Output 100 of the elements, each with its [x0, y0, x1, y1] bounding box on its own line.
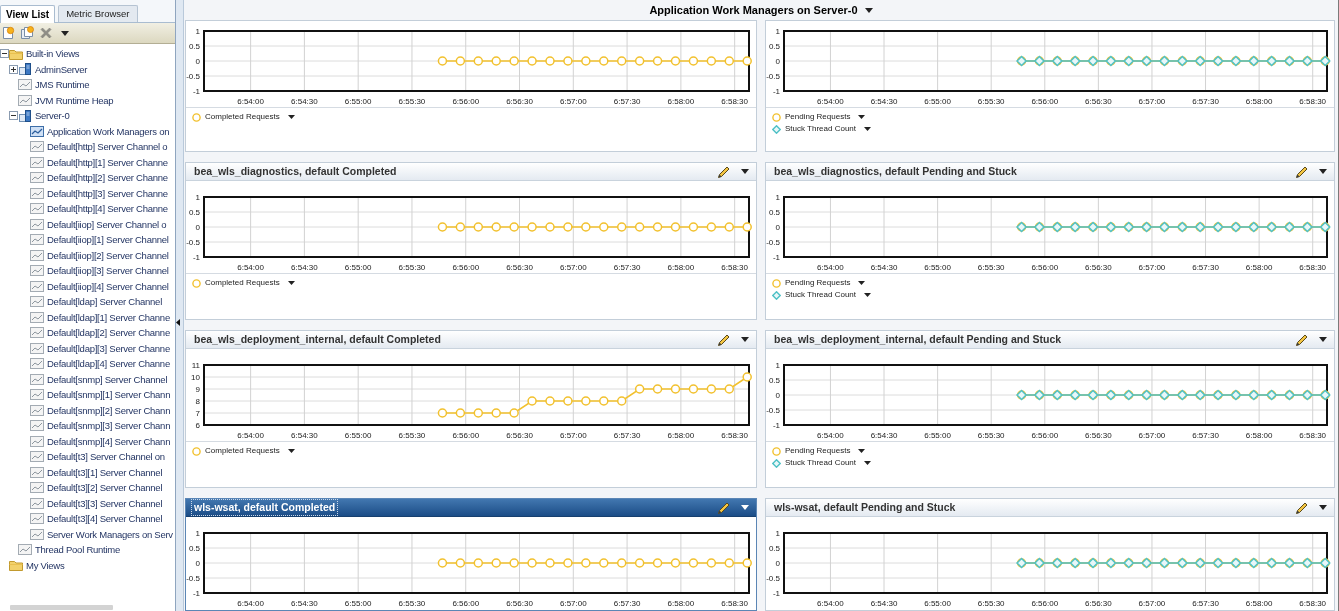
legend-label: Completed Requests — [205, 447, 280, 455]
x-tick-label: 6:56:00 — [1031, 431, 1059, 440]
x-tick-label: 6:58:30 — [721, 599, 748, 608]
y-tick-label: -1 — [772, 87, 780, 96]
view-title: Application Work Managers on Server-0 — [649, 4, 858, 16]
x-tick-label: 6:54:30 — [870, 97, 898, 106]
y-tick-label: 1 — [775, 193, 780, 202]
legend-label: Stuck Thread Count — [785, 291, 856, 299]
x-tick-label: 6:58:30 — [1299, 431, 1327, 440]
x-tick-label: 6:54:30 — [870, 263, 898, 272]
x-tick-label: 6:55:00 — [344, 431, 372, 440]
y-tick-label: 8 — [195, 397, 200, 406]
x-tick-label: 6:56:30 — [506, 263, 533, 272]
x-tick-label: 6:58:00 — [667, 97, 695, 106]
x-tick-label: 6:54:00 — [237, 263, 264, 272]
y-tick-label: -1 — [772, 589, 780, 598]
y-tick-label: 0 — [775, 223, 780, 232]
x-tick-label: 6:54:30 — [291, 599, 318, 608]
x-tick-label: 6:54:00 — [817, 263, 844, 272]
x-tick-label: 6:57:00 — [559, 263, 587, 272]
x-tick-label: 6:54:00 — [237, 599, 264, 608]
x-tick-label: 6:54:00 — [237, 97, 264, 106]
x-tick-label: 6:55:30 — [977, 263, 1005, 272]
panel-title: bea_wls_diagnostics, default Completed — [193, 164, 398, 180]
y-tick-label: -1 — [192, 253, 200, 262]
x-tick-label: 6:58:00 — [1245, 431, 1273, 440]
y-tick-label: -0.5 — [186, 238, 200, 247]
y-tick-label: 10 — [191, 373, 200, 382]
x-tick-label: 6:57:00 — [559, 97, 587, 106]
x-tick-label: 6:57:30 — [613, 97, 641, 106]
y-tick-label: 1 — [775, 529, 780, 538]
x-tick-label: 6:55:00 — [924, 263, 951, 272]
x-tick-label: 6:54:00 — [237, 431, 264, 440]
x-tick-label: 6:56:00 — [1031, 599, 1059, 608]
x-tick-label: 6:57:30 — [1192, 97, 1219, 106]
y-tick-label: 0.5 — [188, 42, 200, 51]
x-tick-label: 6:55:30 — [398, 263, 426, 272]
x-tick-label: 6:54:30 — [291, 263, 318, 272]
panel-title: bea_wls_deployment_internal, default Pending and Stuck — [773, 332, 1063, 348]
y-tick-label: 9 — [195, 385, 200, 394]
y-tick-label: 0 — [195, 223, 200, 232]
x-tick-label: 6:57:00 — [559, 431, 587, 440]
x-tick-label: 6:58:00 — [1245, 97, 1273, 106]
x-tick-label: 6:55:00 — [924, 97, 951, 106]
x-tick-label: 6:58:30 — [721, 263, 748, 272]
x-tick-label: 6:58:30 — [1299, 599, 1327, 608]
x-tick-label: 6:56:30 — [506, 599, 533, 608]
x-tick-label: 6:55:30 — [977, 599, 1005, 608]
y-tick-label: 0.5 — [188, 208, 200, 217]
x-tick-label: 6:58:00 — [667, 263, 695, 272]
y-tick-label: 1 — [775, 27, 780, 36]
y-tick-label: 0 — [775, 57, 780, 66]
y-tick-label: 0.5 — [768, 208, 780, 217]
x-tick-label: 6:57:30 — [613, 599, 641, 608]
x-tick-label: 6:56:00 — [1031, 263, 1059, 272]
x-tick-label: 6:58:30 — [1299, 97, 1327, 106]
x-tick-label: 6:55:30 — [977, 97, 1005, 106]
x-tick-label: 6:54:30 — [870, 599, 898, 608]
legend-label: Completed Requests — [205, 279, 280, 287]
x-tick-label: 6:57:30 — [1192, 263, 1219, 272]
y-tick-label: 11 — [191, 361, 200, 370]
x-tick-label: 6:57:30 — [613, 431, 641, 440]
legend-label: Pending Requests — [785, 113, 851, 121]
x-tick-label: 6:54:00 — [817, 599, 844, 608]
x-tick-label: 6:57:00 — [1138, 431, 1166, 440]
y-tick-label: 0 — [195, 57, 200, 66]
y-tick-label: 1 — [775, 361, 780, 370]
x-tick-label: 6:55:30 — [398, 97, 426, 106]
legend-label: Pending Requests — [785, 279, 851, 287]
legend-label: Completed Requests — [205, 113, 280, 121]
x-tick-label: 6:55:00 — [344, 263, 372, 272]
y-tick-label: 0.5 — [768, 544, 780, 553]
x-tick-label: 6:55:00 — [924, 599, 951, 608]
x-tick-label: 6:57:00 — [1138, 599, 1166, 608]
panel-title: bea_wls_diagnostics, default Pending and Stuck — [773, 164, 1018, 180]
y-tick-label: -1 — [772, 253, 780, 262]
y-tick-label: -0.5 — [766, 238, 780, 247]
x-tick-label: 6:56:30 — [1085, 599, 1112, 608]
x-tick-label: 6:57:30 — [613, 263, 641, 272]
x-tick-label: 6:55:30 — [398, 431, 426, 440]
x-tick-label: 6:54:30 — [291, 431, 318, 440]
y-tick-label: -1 — [192, 87, 200, 96]
y-tick-label: 0 — [775, 391, 780, 400]
x-tick-label: 6:57:00 — [559, 599, 587, 608]
x-tick-label: 6:55:30 — [977, 431, 1005, 440]
x-tick-label: 6:58:00 — [667, 599, 695, 608]
x-tick-label: 6:54:00 — [817, 431, 844, 440]
panel-title: bea_wls_deployment_internal, default Completed — [193, 332, 442, 348]
x-tick-label: 6:58:00 — [1245, 599, 1273, 608]
y-tick-label: 6 — [195, 421, 200, 430]
x-tick-label: 6:54:30 — [291, 97, 318, 106]
x-tick-label: 6:56:30 — [506, 431, 533, 440]
y-tick-label: 1 — [195, 529, 200, 538]
y-tick-label: 0 — [775, 559, 780, 568]
x-tick-label: 6:56:30 — [1085, 263, 1112, 272]
x-tick-label: 6:57:00 — [1138, 97, 1166, 106]
legend-label: Stuck Thread Count — [785, 459, 856, 467]
x-tick-label: 6:58:30 — [721, 97, 748, 106]
x-tick-label: 6:56:00 — [452, 263, 480, 272]
panel-title: wls-wsat, default Completed — [191, 499, 339, 516]
